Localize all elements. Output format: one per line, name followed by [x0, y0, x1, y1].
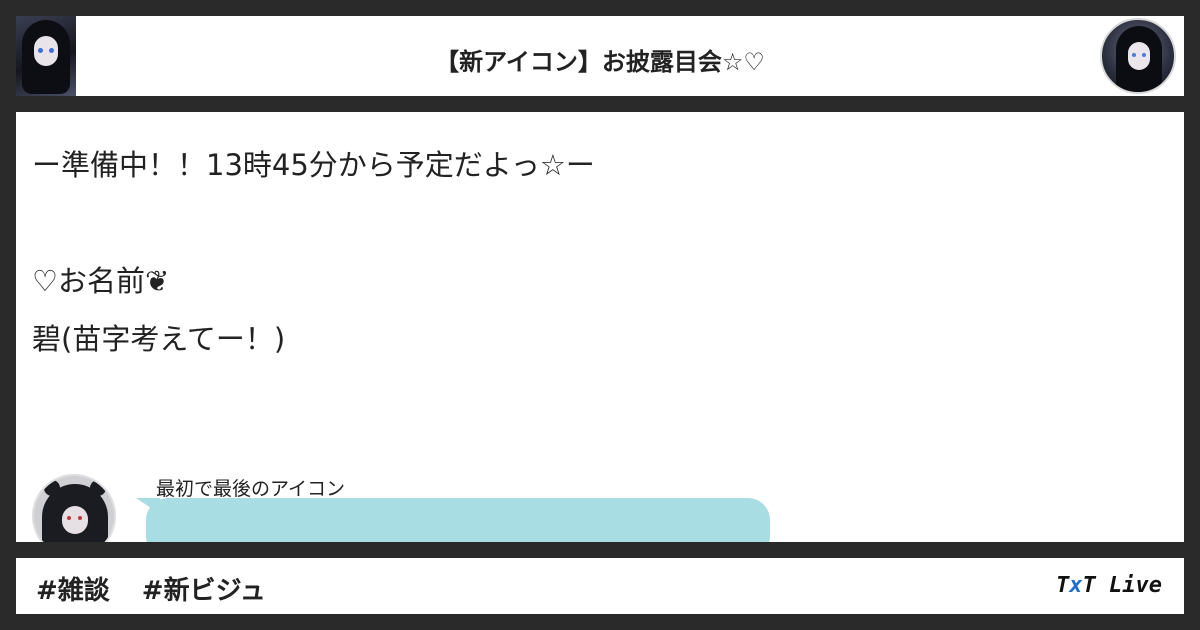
reply-avatar-ear-right	[90, 480, 106, 496]
header-bar: 【新アイコン】お披露目会☆♡	[16, 16, 1184, 96]
post-line-name-value: 碧(苗字考えてー！)	[32, 322, 286, 356]
post-line-schedule: ー準備中！！13時45分から予定だよっ☆ー	[32, 148, 595, 182]
avatar-eye-right	[1142, 53, 1146, 57]
host-avatar[interactable]	[1100, 18, 1176, 94]
post-line-name-heading: ♡お名前❦	[32, 264, 170, 298]
hashtag-chat[interactable]: #雑談	[36, 576, 110, 606]
page-title: 【新アイコン】お披露目会☆♡	[435, 48, 765, 76]
post-content: ー準備中！！13時45分から予定だよっ☆ー ♡お名前❦ 碧(苗字考えてー！) 最…	[16, 112, 1184, 542]
brand-part-3: T Live	[1082, 573, 1162, 598]
reply-avatar[interactable]	[32, 474, 116, 542]
reply-avatar-eye-right	[78, 516, 82, 520]
reply-avatar-face	[62, 506, 88, 534]
brand-part-2: x	[1069, 573, 1083, 598]
brand-part-1: T	[1056, 573, 1070, 598]
reply-avatar-eye-left	[67, 516, 71, 520]
footer-bar: #雑談 #新ビジュ TxT Live	[16, 558, 1184, 614]
hashtag-list: #雑談 #新ビジュ	[36, 570, 266, 607]
reply-author-name: 最初で最後のアイコン	[156, 478, 346, 500]
reply-avatar-ear-left	[44, 480, 60, 496]
reply-bubble[interactable]	[136, 498, 770, 542]
brand-logo: TxT Live	[1056, 573, 1162, 598]
hashtag-new-visual[interactable]: #新ビジュ	[142, 576, 266, 606]
avatar-eye-left	[1132, 53, 1136, 57]
